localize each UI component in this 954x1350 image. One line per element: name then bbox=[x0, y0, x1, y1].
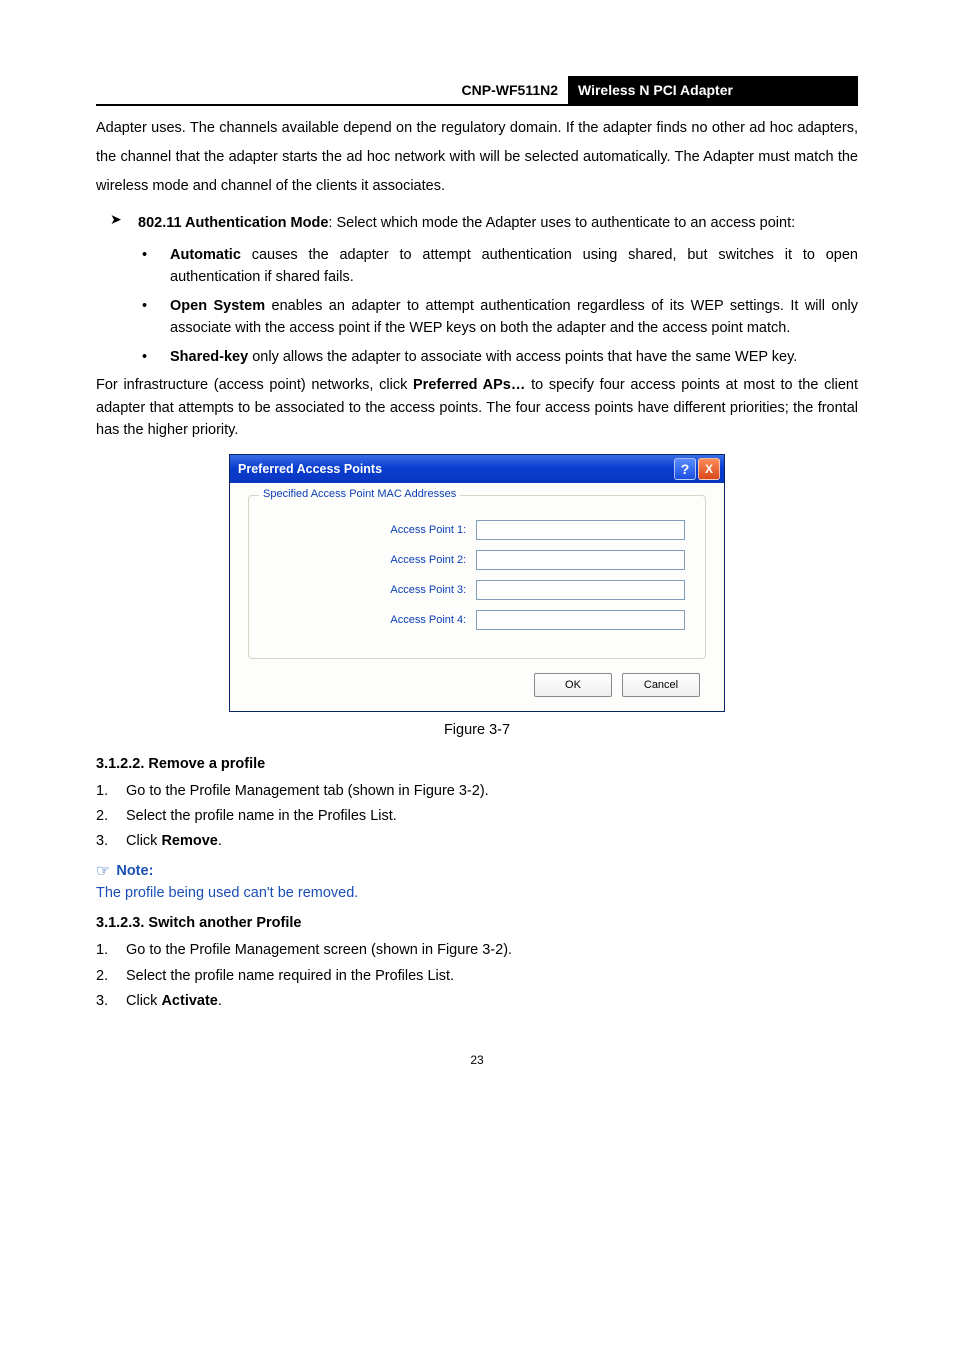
top-paragraph: Adapter uses. The channels available dep… bbox=[96, 114, 858, 201]
switch-step-3: Click Activate. bbox=[126, 990, 222, 1013]
remove-profile-heading: 3.1.2.2. Remove a profile bbox=[96, 756, 858, 772]
bullet-icon: • bbox=[142, 346, 170, 368]
cancel-button[interactable]: Cancel bbox=[622, 673, 700, 697]
auth-mode-rest: : Select which mode the Adapter uses to … bbox=[328, 215, 795, 231]
switch-profile-heading: 3.1.2.3. Switch another Profile bbox=[96, 915, 858, 931]
auth-item-automatic: Automatic causes the adapter to attempt … bbox=[170, 244, 858, 289]
pointing-hand-icon: ☞ bbox=[96, 861, 110, 881]
ap2-label: Access Point 2: bbox=[269, 554, 476, 566]
list-number: 3. bbox=[96, 990, 126, 1013]
ap3-label: Access Point 3: bbox=[269, 584, 476, 596]
infra-paragraph: For infrastructure (access point) networ… bbox=[96, 374, 858, 441]
ap2-input[interactable] bbox=[476, 550, 685, 570]
arrow-icon: ➤ bbox=[110, 209, 138, 238]
figure-caption: Figure 3-7 bbox=[96, 722, 858, 738]
auth-item-shared: Shared-key only allows the adapter to as… bbox=[170, 346, 858, 368]
remove-step-1: Go to the Profile Management tab (shown … bbox=[126, 780, 489, 803]
list-number: 2. bbox=[96, 805, 126, 828]
ap1-label: Access Point 1: bbox=[269, 524, 476, 536]
help-button[interactable]: ? bbox=[674, 458, 696, 480]
dialog-titlebar: Preferred Access Points ? X bbox=[230, 455, 724, 483]
switch-step-1: Go to the Profile Management screen (sho… bbox=[126, 939, 512, 962]
bullet-icon: • bbox=[142, 295, 170, 340]
note-label: Note: bbox=[116, 863, 153, 879]
ap4-label: Access Point 4: bbox=[269, 614, 476, 626]
header-model: CNP-WF511N2 bbox=[96, 76, 568, 104]
switch-step-2: Select the profile name required in the … bbox=[126, 965, 454, 988]
header-product: Wireless N PCI Adapter bbox=[568, 76, 858, 104]
ok-button[interactable]: OK bbox=[534, 673, 612, 697]
auth-item-open: Open System enables an adapter to attemp… bbox=[170, 295, 858, 340]
remove-step-3: Click Remove. bbox=[126, 830, 222, 853]
auth-mode-bold: 802.11 Authentication Mode bbox=[138, 215, 328, 231]
list-number: 1. bbox=[96, 939, 126, 962]
dialog-title: Preferred Access Points bbox=[234, 462, 672, 476]
close-button[interactable]: X bbox=[698, 458, 720, 480]
remove-step-2: Select the profile name in the Profiles … bbox=[126, 805, 397, 828]
group-legend: Specified Access Point MAC Addresses bbox=[259, 488, 460, 500]
ap4-input[interactable] bbox=[476, 610, 685, 630]
list-number: 2. bbox=[96, 965, 126, 988]
page-header: CNP-WF511N2 Wireless N PCI Adapter bbox=[96, 76, 858, 106]
preferred-aps-dialog: Preferred Access Points ? X Specified Ac… bbox=[229, 454, 725, 712]
list-number: 3. bbox=[96, 830, 126, 853]
page-number: 23 bbox=[96, 1053, 858, 1067]
note-text: The profile being used can't be removed. bbox=[96, 885, 858, 901]
mac-addresses-group: Specified Access Point MAC Addresses Acc… bbox=[248, 495, 706, 659]
auth-mode-lead: 802.11 Authentication Mode: Select which… bbox=[138, 209, 858, 238]
ap3-input[interactable] bbox=[476, 580, 685, 600]
bullet-icon: • bbox=[142, 244, 170, 289]
list-number: 1. bbox=[96, 780, 126, 803]
ap1-input[interactable] bbox=[476, 520, 685, 540]
